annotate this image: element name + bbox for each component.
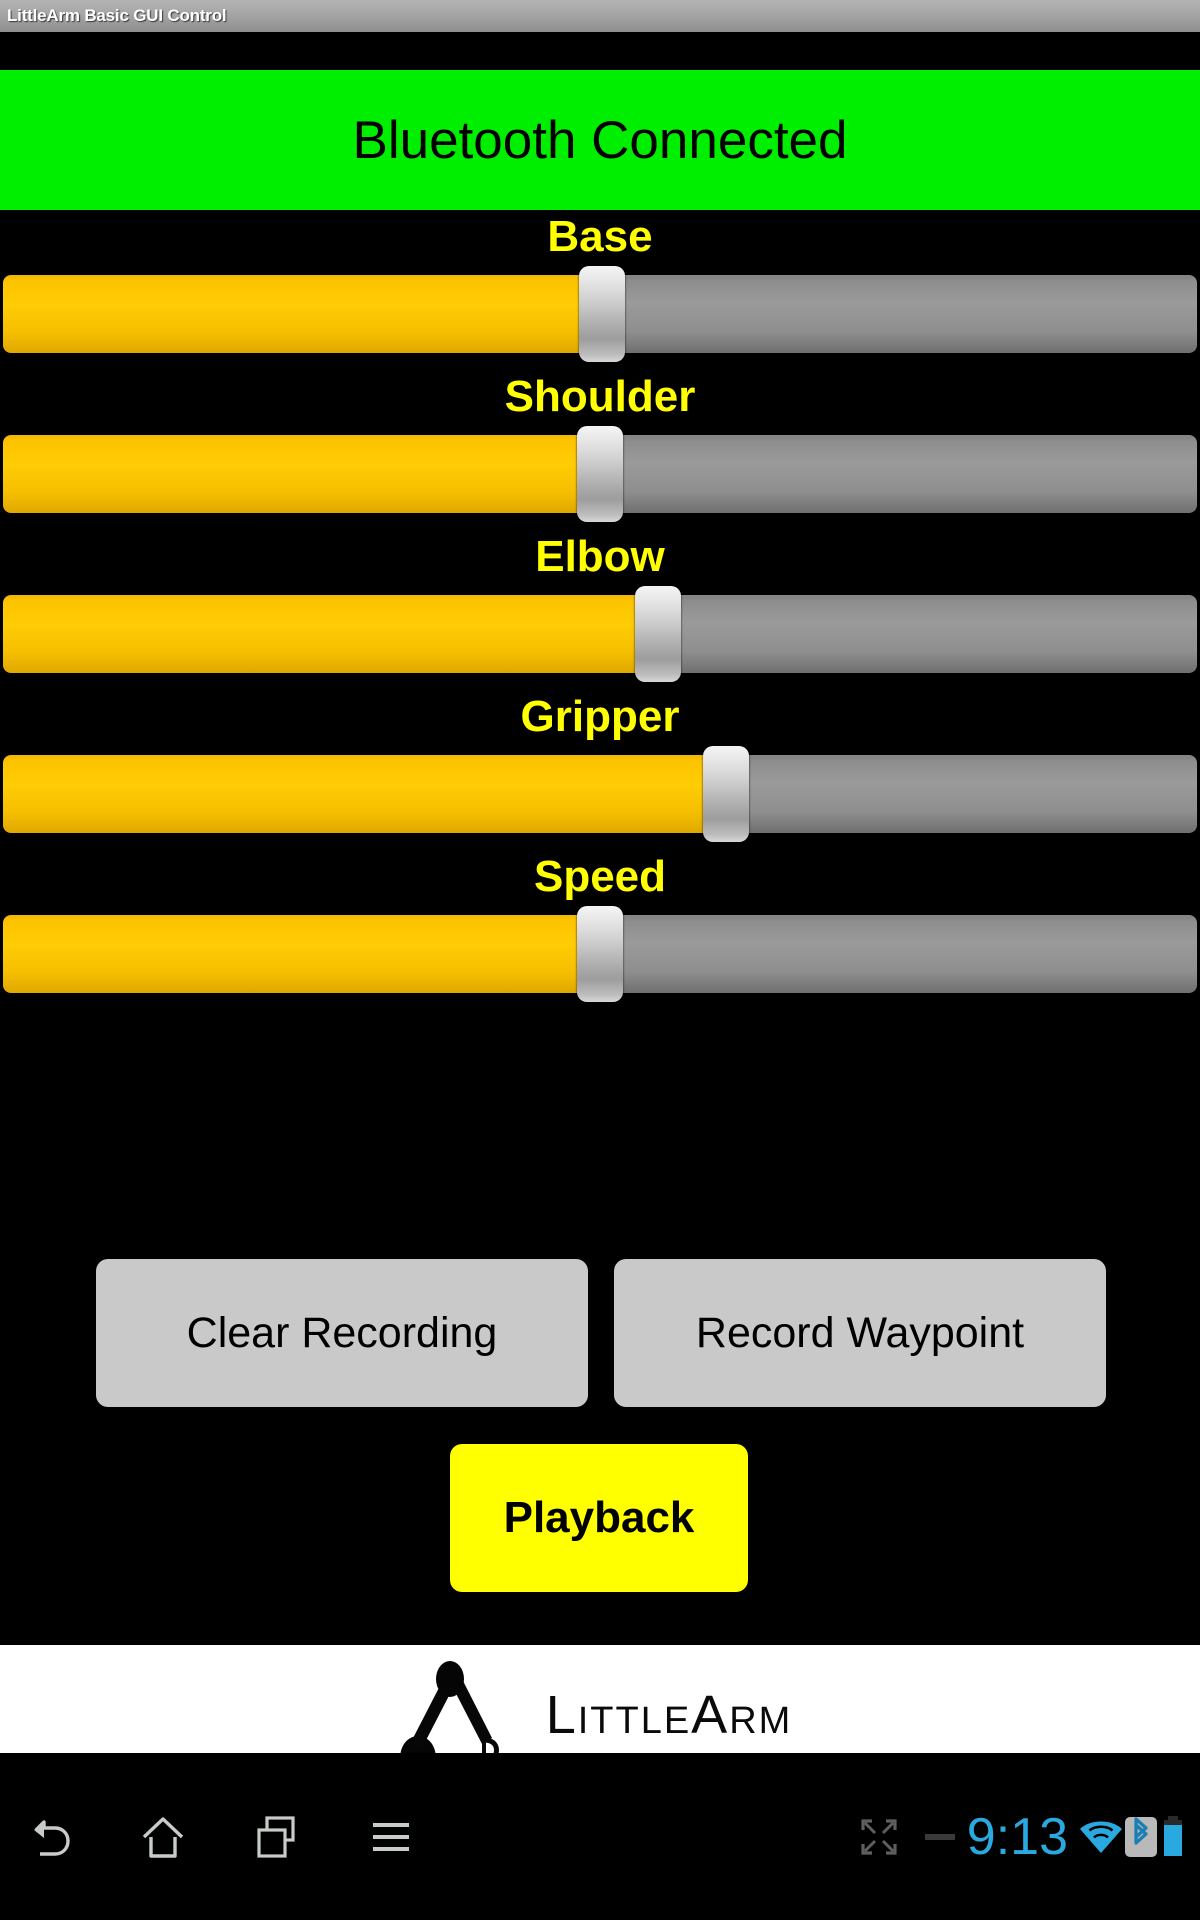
- battery-icon[interactable]: [1158, 1815, 1188, 1859]
- bluetooth-status-banner[interactable]: Bluetooth Connected: [0, 70, 1200, 210]
- slider-label-elbow: Elbow: [535, 532, 665, 581]
- slider-speed[interactable]: [0, 906, 1200, 1002]
- slider-thumb-base[interactable]: [579, 266, 626, 362]
- slider-group-gripper: Gripper: [0, 690, 1200, 842]
- slider-track-gripper[interactable]: [3, 755, 1197, 833]
- playback-button[interactable]: Playback: [450, 1444, 748, 1592]
- fullscreen-icon[interactable]: [859, 1817, 899, 1857]
- slider-label-shoulder: Shoulder: [504, 372, 696, 421]
- slider-group-elbow: Elbow: [0, 530, 1200, 682]
- brand-name: LittleArm: [545, 1685, 793, 1745]
- wifi-icon[interactable]: [1078, 1817, 1124, 1857]
- slider-thumb-gripper[interactable]: [703, 746, 749, 842]
- slider-elbow[interactable]: [0, 586, 1200, 682]
- slider-thumb-speed[interactable]: [577, 906, 623, 1002]
- status-clock[interactable]: 9:13: [967, 1807, 1068, 1867]
- slider-group-shoulder: Shoulder: [0, 370, 1200, 522]
- slider-group-base: Base: [0, 210, 1200, 362]
- window-title-bar: LittleArm Basic GUI Control: [0, 0, 1200, 32]
- bluetooth-status-text: Bluetooth Connected: [352, 110, 848, 170]
- slider-group-speed: Speed: [0, 850, 1200, 1002]
- menu-icon[interactable]: [360, 1806, 422, 1868]
- slider-thumb-elbow[interactable]: [634, 586, 681, 682]
- clear-recording-button[interactable]: Clear Recording: [96, 1259, 588, 1407]
- slider-label-base: Base: [547, 212, 653, 261]
- slider-fill-base: [3, 275, 583, 353]
- system-navigation-bar: 9:13: [0, 1753, 1200, 1920]
- slider-shoulder[interactable]: [0, 426, 1200, 522]
- dash-separator: [924, 1833, 955, 1840]
- window-title: LittleArm Basic GUI Control: [7, 6, 227, 25]
- record-waypoint-button[interactable]: Record Waypoint: [614, 1259, 1106, 1407]
- slider-fill-speed: [3, 915, 580, 993]
- recents-icon[interactable]: [246, 1806, 308, 1868]
- slider-fill-elbow: [3, 595, 637, 673]
- bluetooth-icon[interactable]: [1124, 1815, 1158, 1859]
- slider-base[interactable]: [0, 266, 1200, 362]
- slider-track-elbow[interactable]: [3, 595, 1197, 673]
- slider-label-gripper: Gripper: [520, 692, 680, 741]
- slider-fill-gripper: [3, 755, 706, 833]
- slider-thumb-shoulder[interactable]: [577, 426, 623, 522]
- app-content: Bluetooth Connected Base Shoulder Elbow Gri…: [0, 32, 1200, 1920]
- slider-gripper[interactable]: [0, 746, 1200, 842]
- slider-fill-shoulder: [3, 435, 580, 513]
- home-icon[interactable]: [132, 1806, 194, 1868]
- back-icon[interactable]: [18, 1806, 80, 1868]
- slider-label-speed: Speed: [533, 852, 667, 901]
